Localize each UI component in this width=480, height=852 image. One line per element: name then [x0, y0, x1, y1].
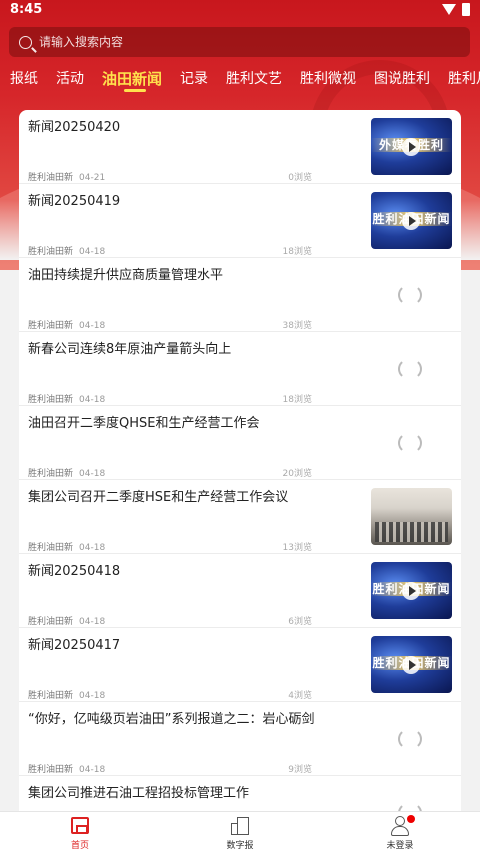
status-bar: 8:45: [0, 0, 480, 22]
list-item[interactable]: 油田召开二季度QHSE和生产经营工作会 胜利油田新 04-18 20浏览: [19, 406, 461, 480]
article-title: 集团公司召开二季度HSE和生产经营工作会议: [28, 490, 289, 505]
article-title: 新闻20250418: [28, 564, 121, 579]
tab-activities[interactable]: 活动: [46, 64, 92, 94]
category-tabs: 报纸 活动 油田新闻 记录 胜利文艺 胜利微视 图说胜利 胜利月刊: [0, 64, 480, 94]
video-thumbnail[interactable]: 外媒看胜利: [371, 118, 452, 175]
search-bar[interactable]: [9, 27, 470, 57]
article-views: 9浏览: [288, 765, 312, 775]
article-date: 04-18: [79, 469, 106, 479]
nav-digital-newspaper[interactable]: 数字报: [160, 812, 320, 852]
article-source: 胜利油田新: [28, 469, 74, 479]
status-time: 8:45: [10, 2, 43, 17]
loading-spinner-icon: [398, 432, 422, 454]
article-title: 新闻20250417: [28, 638, 121, 653]
article-date: 04-18: [79, 395, 106, 405]
article-source: 胜利油田新: [28, 173, 74, 183]
article-meta: 胜利油田新 04-18: [28, 614, 105, 627]
article-meta: 胜利油田新 04-18: [28, 392, 105, 405]
play-icon: [402, 138, 420, 156]
article-date: 04-18: [79, 765, 106, 775]
loading-spinner-icon: [398, 358, 422, 380]
article-date: 04-18: [79, 543, 106, 553]
list-item[interactable]: 新闻20250418 胜利油田新 04-18 6浏览 胜利油田新闻: [19, 554, 461, 628]
article-source: 胜利油田新: [28, 395, 74, 405]
article-meta: 胜利油田新 04-18: [28, 688, 105, 701]
article-views: 0浏览: [288, 173, 312, 183]
video-thumbnail[interactable]: 胜利油田新闻: [371, 636, 452, 693]
notification-dot: [407, 815, 415, 823]
article-views: 38浏览: [282, 321, 312, 331]
article-date: 04-18: [79, 247, 106, 257]
search-input[interactable]: [39, 35, 439, 49]
article-title: “你好，亿吨级页岩油田”系列报道之二：岩心砺剑: [28, 712, 315, 727]
list-item[interactable]: 新闻20250419 胜利油田新 04-18 18浏览 胜利油田新闻: [19, 184, 461, 258]
article-views: 6浏览: [288, 617, 312, 627]
list-item[interactable]: “你好，亿吨级页岩油田”系列报道之二：岩心砺剑 胜利油田新 04-18 9浏览: [19, 702, 461, 776]
article-meta: 胜利油田新 04-21: [28, 170, 105, 183]
article-source: 胜利油田新: [28, 691, 74, 701]
status-icons: [442, 3, 470, 16]
list-item[interactable]: 新闻20250420 胜利油田新 04-21 0浏览 外媒看胜利: [19, 110, 461, 184]
video-thumbnail[interactable]: 胜利油田新闻: [371, 192, 452, 249]
article-views: 18浏览: [282, 247, 312, 257]
news-list: 新闻20250420 胜利油田新 04-21 0浏览 外媒看胜利 新闻202504…: [19, 110, 461, 811]
tab-newspaper[interactable]: 报纸: [0, 64, 46, 94]
newspaper-icon: [231, 817, 249, 835]
photo-thumbnail[interactable]: [371, 488, 452, 545]
tab-shengli-arts[interactable]: 胜利文艺: [216, 64, 290, 94]
article-title: 油田持续提升供应商质量管理水平: [28, 268, 224, 283]
list-item[interactable]: 集团公司召开二季度HSE和生产经营工作会议 胜利油田新 04-18 13浏览: [19, 480, 461, 554]
article-title: 油田召开二季度QHSE和生产经营工作会: [28, 416, 260, 431]
list-item[interactable]: 集团公司推进石油工程招投标管理工作: [19, 776, 461, 811]
list-item[interactable]: 新春公司连续8年原油产量箭头向上 胜利油田新 04-18 18浏览: [19, 332, 461, 406]
article-date: 04-21: [79, 173, 106, 183]
article-meta: 胜利油田新 04-18: [28, 318, 105, 331]
search-icon: [19, 35, 32, 49]
article-source: 胜利油田新: [28, 543, 74, 553]
video-thumbnail[interactable]: 胜利油田新闻: [371, 562, 452, 619]
article-title: 新闻20250420: [28, 120, 121, 135]
article-source: 胜利油田新: [28, 617, 74, 627]
tab-shengli-video[interactable]: 胜利微视: [290, 64, 364, 94]
article-date: 04-18: [79, 617, 106, 627]
bottom-nav: 首页 数字报 未登录: [0, 811, 480, 852]
tab-records[interactable]: 记录: [170, 64, 216, 94]
article-source: 胜利油田新: [28, 247, 74, 257]
nav-account[interactable]: 未登录: [320, 812, 480, 852]
article-meta: 胜利油田新 04-18: [28, 762, 105, 775]
play-icon: [402, 212, 420, 230]
nav-digital-newspaper-label: 数字报: [226, 841, 254, 851]
nav-account-label: 未登录: [386, 841, 414, 851]
play-icon: [402, 656, 420, 674]
article-title: 新春公司连续8年原油产量箭头向上: [28, 342, 232, 357]
play-icon: [402, 582, 420, 600]
list-item[interactable]: 油田持续提升供应商质量管理水平 胜利油田新 04-18 38浏览: [19, 258, 461, 332]
article-source: 胜利油田新: [28, 321, 74, 331]
article-views: 20浏览: [282, 469, 312, 479]
article-views: 4浏览: [288, 691, 312, 701]
article-date: 04-18: [79, 691, 106, 701]
article-title: 集团公司推进石油工程招投标管理工作: [28, 786, 250, 801]
article-source: 胜利油田新: [28, 765, 74, 775]
article-views: 18浏览: [282, 395, 312, 405]
nav-home-label: 首页: [70, 841, 89, 851]
list-item[interactable]: 新闻20250417 胜利油田新 04-18 4浏览 胜利油田新闻: [19, 628, 461, 702]
nav-home[interactable]: 首页: [0, 812, 160, 852]
article-views: 13浏览: [282, 543, 312, 553]
loading-spinner-icon: [398, 284, 422, 306]
thumbnail-image: [375, 522, 448, 542]
tab-photo-shengli[interactable]: 图说胜利: [364, 64, 438, 94]
tab-oilfield-news[interactable]: 油田新闻: [92, 64, 170, 94]
wifi-icon: [442, 4, 456, 15]
loading-spinner-icon: [398, 728, 422, 750]
article-meta: 胜利油田新 04-18: [28, 540, 105, 553]
loading-spinner-icon: [398, 802, 422, 811]
article-date: 04-18: [79, 321, 106, 331]
home-icon: [71, 817, 89, 834]
battery-icon: [462, 3, 470, 16]
article-meta: 胜利油田新 04-18: [28, 244, 105, 257]
article-title: 新闻20250419: [28, 194, 121, 209]
article-meta: 胜利油田新 04-18: [28, 466, 105, 479]
tab-shengli-monthly[interactable]: 胜利月刊: [438, 64, 480, 94]
